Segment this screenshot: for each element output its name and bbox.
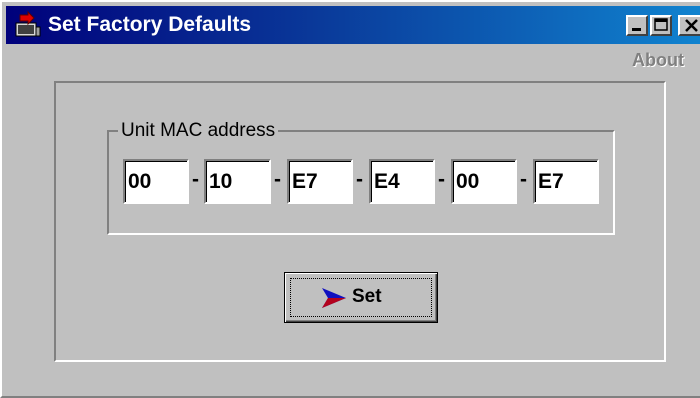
arrow-right-icon bbox=[321, 287, 347, 309]
mac-separator: - bbox=[274, 168, 281, 191]
close-button[interactable] bbox=[678, 15, 700, 36]
set-button-label: Set bbox=[352, 286, 382, 307]
mac-separator: - bbox=[520, 168, 527, 191]
mac-separator: - bbox=[438, 168, 445, 191]
close-icon bbox=[685, 19, 698, 32]
title-bar[interactable]: Set Factory Defaults bbox=[6, 6, 700, 44]
about-link[interactable]: About bbox=[632, 50, 684, 71]
mac-octet-6-input[interactable] bbox=[533, 159, 599, 204]
mac-separator: - bbox=[356, 168, 363, 191]
mac-octet-2-input[interactable] bbox=[204, 159, 271, 204]
mac-octet-5-input[interactable] bbox=[451, 159, 517, 204]
mac-octet-4-input[interactable] bbox=[369, 159, 435, 204]
mac-address-group-label: Unit MAC address bbox=[118, 120, 279, 142]
set-button[interactable]: Set bbox=[284, 272, 438, 323]
mac-separator: - bbox=[192, 168, 199, 191]
app-icon[interactable] bbox=[14, 10, 42, 39]
maximize-icon bbox=[654, 18, 668, 31]
dialog-window: Set Factory Defaults About Unit MAC addr… bbox=[0, 0, 700, 398]
minimize-button[interactable] bbox=[626, 15, 648, 36]
mac-octet-3-input[interactable] bbox=[287, 159, 353, 204]
minimize-icon bbox=[632, 28, 641, 31]
window-title: Set Factory Defaults bbox=[48, 13, 252, 36]
mac-octet-1-input[interactable] bbox=[123, 159, 189, 204]
maximize-button[interactable] bbox=[650, 15, 672, 36]
